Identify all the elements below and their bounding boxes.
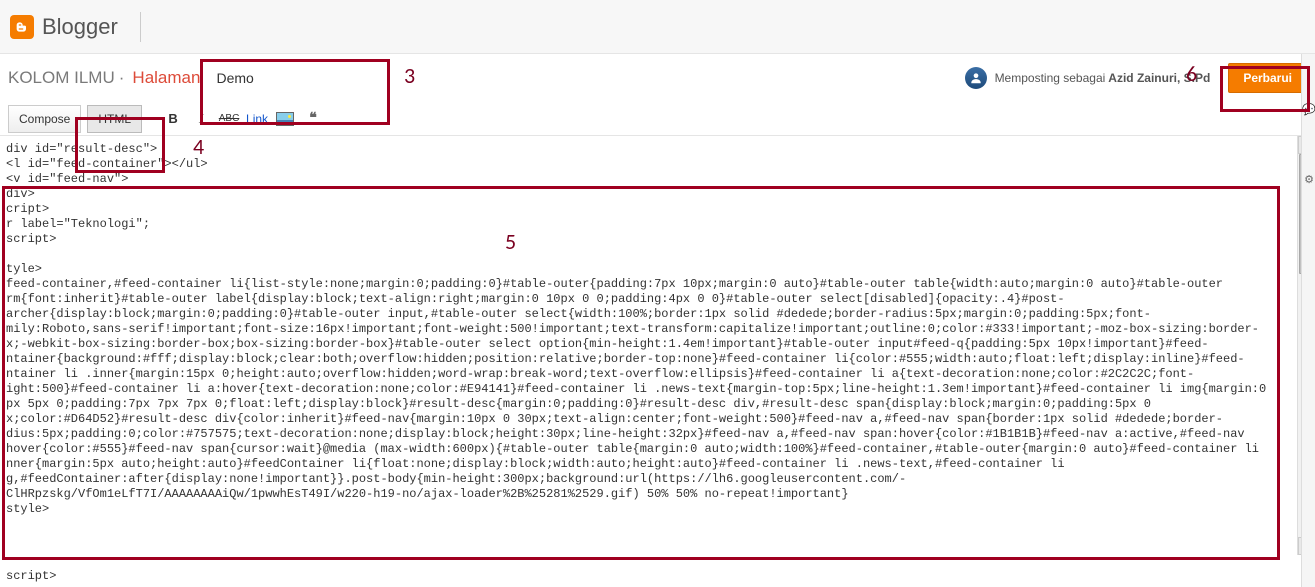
update-button[interactable]: Perbarui xyxy=(1228,63,1307,93)
app-header: Blogger xyxy=(0,0,1315,54)
image-icon xyxy=(276,112,294,126)
right-panel: 💬 ⚙ xyxy=(1301,54,1315,587)
image-button[interactable] xyxy=(274,108,296,130)
tab-compose[interactable]: Compose xyxy=(8,105,81,133)
page-title-input[interactable] xyxy=(212,66,392,90)
blog-name: KOLOM ILMU xyxy=(8,68,115,88)
blogger-logo-icon xyxy=(10,15,34,39)
posting-user: Azid Zainuri, S.Pd xyxy=(1108,71,1210,85)
bottom-code: script> xyxy=(2,565,60,587)
tab-html[interactable]: HTML xyxy=(87,105,142,133)
settings-icon[interactable]: ⚙ xyxy=(1302,164,1315,194)
comment-icon[interactable]: 💬 xyxy=(1302,94,1315,124)
html-editor[interactable]: div id="result-desc"> <l id="feed-contai… xyxy=(0,138,1293,555)
brand-label: Blogger xyxy=(42,14,118,40)
link-button[interactable]: Link xyxy=(246,108,268,130)
title-row: KOLOM ILMU · Halaman Memposting sebagai … xyxy=(0,54,1315,102)
page-type-link[interactable]: Halaman xyxy=(132,68,200,88)
italic-button[interactable]: I xyxy=(190,108,212,130)
breadcrumb-sep: · xyxy=(119,68,125,88)
strikethrough-button[interactable]: ABC xyxy=(218,108,240,130)
editor-toolbar: Compose HTML B I ABC Link ❝ xyxy=(0,102,1315,136)
posting-prefix: Memposting sebagai xyxy=(995,71,1106,85)
quote-button[interactable]: ❝ xyxy=(302,108,324,130)
bold-button[interactable]: B xyxy=(162,108,184,130)
editor-wrap: div id="result-desc"> <l id="feed-contai… xyxy=(0,136,1315,555)
avatar[interactable] xyxy=(965,67,987,89)
posting-as: Memposting sebagai Azid Zainuri, S.Pd Pe… xyxy=(965,63,1307,93)
header-divider xyxy=(140,12,141,42)
